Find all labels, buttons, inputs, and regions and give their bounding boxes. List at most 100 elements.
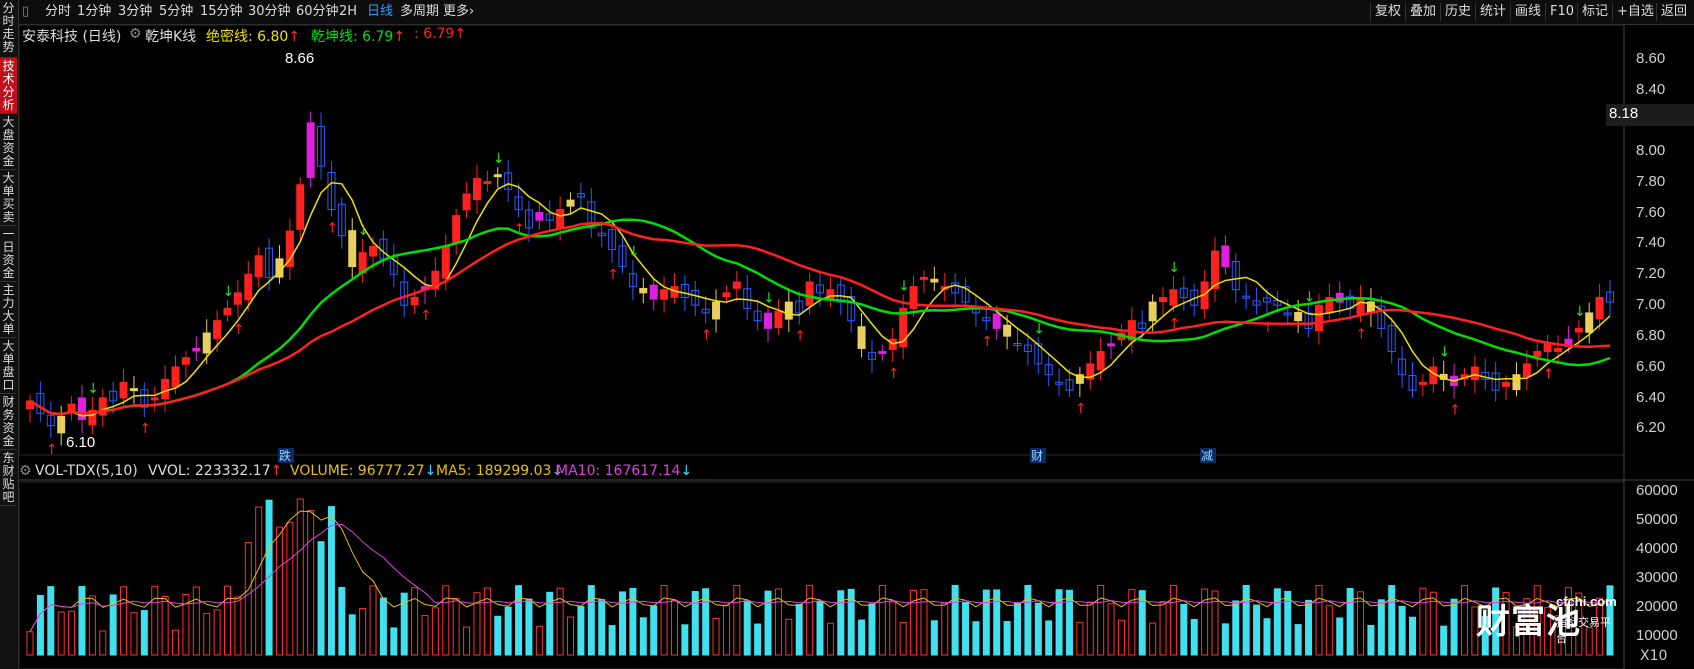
volume-bar bbox=[1076, 621, 1084, 656]
kline-chart[interactable]: ↑↓↑↓↑↑ ↓↑↓↑↑↓↑↓↑↑↓↑↓↑↑↓↑↓↑↓↑↑↓ 8.60 8.40 … bbox=[0, 0, 1694, 669]
vvol-value: VVOL: 223332.17↑ bbox=[148, 463, 283, 479]
vol-tick: 30000 bbox=[1636, 569, 1678, 586]
volume-bar bbox=[1460, 585, 1468, 656]
candle-body bbox=[150, 397, 159, 401]
candle-body bbox=[992, 313, 1001, 329]
candle-body bbox=[556, 208, 565, 229]
volume-bar bbox=[1315, 585, 1323, 656]
candle-body bbox=[223, 307, 232, 316]
volume-bar bbox=[307, 509, 315, 656]
candle-body bbox=[1159, 296, 1168, 303]
buy-arrow: ↑ bbox=[794, 329, 806, 345]
volume-bar bbox=[172, 629, 180, 656]
candle-body bbox=[1595, 296, 1604, 320]
sell-arrow: ↓ bbox=[493, 151, 505, 167]
volume-bar bbox=[587, 585, 595, 656]
buy-arrow: ↑ bbox=[1168, 316, 1180, 332]
gear-icon[interactable]: ⚙ bbox=[19, 463, 32, 479]
volume-bar bbox=[1221, 623, 1229, 656]
buy-arrow: ↑ bbox=[607, 267, 619, 283]
volume-value: VOLUME: 96777.27↓ bbox=[290, 463, 437, 479]
volume-bar bbox=[525, 598, 533, 656]
volume-bar bbox=[1003, 621, 1011, 656]
volume-bar bbox=[962, 602, 970, 656]
volume-bar bbox=[681, 624, 689, 656]
volume-bar bbox=[244, 541, 252, 656]
candle-body bbox=[930, 278, 939, 283]
candle-body bbox=[306, 122, 315, 178]
volume-bar bbox=[1419, 587, 1427, 656]
volume-bar bbox=[785, 618, 793, 656]
candle-body bbox=[1314, 304, 1323, 332]
price-tick: 7.80 bbox=[1636, 173, 1665, 190]
candle-body bbox=[535, 212, 544, 221]
volume-bar bbox=[504, 606, 512, 656]
volume-bar bbox=[213, 609, 221, 656]
sell-arrow: ↓ bbox=[1304, 290, 1316, 306]
volume-bar bbox=[47, 586, 55, 656]
price-tick: 7.40 bbox=[1636, 234, 1665, 251]
buy-arrow: ↑ bbox=[1356, 326, 1368, 342]
volume-bar bbox=[878, 584, 886, 656]
sell-arrow: ↓ bbox=[358, 223, 370, 239]
volume-bar bbox=[1201, 588, 1209, 656]
price-tick: 6.80 bbox=[1636, 327, 1665, 344]
sell-arrow: ↓ bbox=[87, 381, 99, 397]
sell-arrow: ↓ bbox=[1168, 260, 1180, 276]
candle-body bbox=[1418, 381, 1427, 385]
candle-body bbox=[493, 174, 502, 178]
candle-body bbox=[1533, 351, 1542, 357]
volume-bar bbox=[754, 623, 762, 656]
volume-bar bbox=[1117, 619, 1125, 656]
volume-indicator-name[interactable]: VOL-TDX(5,10) bbox=[35, 463, 138, 479]
volume-bar bbox=[348, 614, 356, 656]
volume-bar bbox=[743, 600, 751, 656]
buy-arrow: ↑ bbox=[514, 221, 526, 237]
price-tick: 7.00 bbox=[1636, 296, 1665, 313]
candle-body bbox=[348, 230, 357, 268]
volume-bar bbox=[1107, 603, 1115, 656]
volume-bar bbox=[359, 608, 367, 656]
volume-bar bbox=[120, 586, 128, 656]
vol-tick: 60000 bbox=[1636, 482, 1678, 499]
volume-bar bbox=[1336, 617, 1344, 656]
ma10-value: MA10: 167617.14↓ bbox=[556, 463, 693, 479]
volume-bar bbox=[411, 587, 419, 656]
candle-body bbox=[660, 289, 669, 300]
volume-bar bbox=[1253, 604, 1261, 656]
volume-bar bbox=[1377, 599, 1385, 656]
brand-url: cfchi.com bbox=[1556, 594, 1617, 609]
buy-arrow: ↑ bbox=[326, 221, 338, 237]
volume-bar bbox=[858, 619, 866, 656]
volume-bar bbox=[1169, 584, 1177, 656]
volume-bar bbox=[224, 585, 231, 656]
candle-body bbox=[462, 193, 471, 211]
candle-body bbox=[285, 230, 294, 268]
volume-bar bbox=[795, 604, 803, 656]
candle-body bbox=[233, 292, 242, 305]
event-marker-label: 财 bbox=[1031, 449, 1043, 463]
volume-bar bbox=[1138, 590, 1146, 656]
sell-arrow: ↓ bbox=[628, 244, 640, 260]
candle-body bbox=[441, 245, 450, 279]
volume-bar bbox=[577, 606, 585, 656]
gear-icon[interactable]: ⚙ bbox=[129, 26, 142, 42]
candle-body bbox=[472, 178, 481, 201]
volume-bar bbox=[1294, 624, 1302, 656]
volume-bar bbox=[1034, 602, 1042, 656]
volume-bar bbox=[327, 506, 335, 656]
candle-body bbox=[1356, 296, 1365, 315]
buy-arrow: ↑ bbox=[888, 366, 900, 382]
volume-bar bbox=[1409, 616, 1416, 656]
ma5-value: MA5: 189299.03↓ bbox=[436, 463, 564, 479]
volume-bar bbox=[1325, 605, 1333, 656]
volume-bar bbox=[296, 498, 304, 656]
candle-body bbox=[1543, 343, 1552, 353]
volume-bar bbox=[255, 506, 263, 656]
buy-arrow: ↑ bbox=[1262, 320, 1274, 336]
volume-bar bbox=[1398, 605, 1406, 656]
volume-bar bbox=[1180, 603, 1188, 656]
candle-body bbox=[878, 351, 887, 355]
candle-body bbox=[452, 215, 461, 243]
indicator-name[interactable]: 乾坤K线 bbox=[145, 26, 196, 46]
